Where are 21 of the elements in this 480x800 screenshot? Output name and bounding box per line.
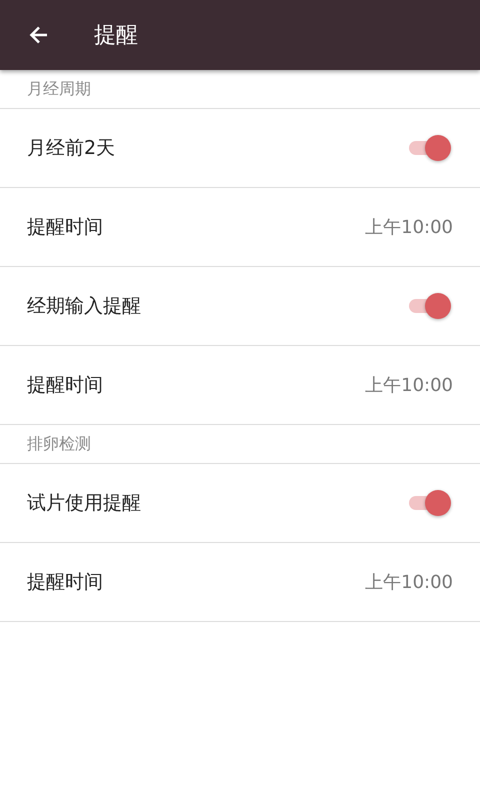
row-label: 提醒时间 (27, 373, 103, 398)
settings-row[interactable]: 月经前2天 (0, 109, 480, 188)
settings-row[interactable]: 提醒时间 上午10:00 (0, 188, 480, 267)
time-value: 上午10:00 (365, 216, 453, 239)
row-label: 经期输入提醒 (27, 294, 141, 319)
section-header: 排卵检测 (0, 425, 480, 464)
screen-title: 提醒 (94, 22, 138, 50)
row-label: 提醒时间 (27, 215, 103, 240)
time-value: 上午10:00 (365, 571, 453, 594)
settings-row[interactable]: 经期输入提醒 (0, 267, 480, 346)
time-value: 上午10:00 (365, 374, 453, 397)
row-label: 月经前2天 (27, 136, 116, 161)
settings-row[interactable]: 试片使用提醒 (0, 464, 480, 543)
row-label: 试片使用提醒 (27, 491, 141, 516)
toggle-switch[interactable] (407, 292, 451, 320)
toggle-switch[interactable] (407, 489, 451, 517)
settings-row[interactable]: 提醒时间 上午10:00 (0, 346, 480, 425)
settings-row[interactable]: 提醒时间 上午10:00 (0, 543, 480, 622)
toggle-switch[interactable] (407, 134, 451, 162)
section-header: 月经周期 (0, 70, 480, 109)
row-label: 提醒时间 (27, 570, 103, 595)
